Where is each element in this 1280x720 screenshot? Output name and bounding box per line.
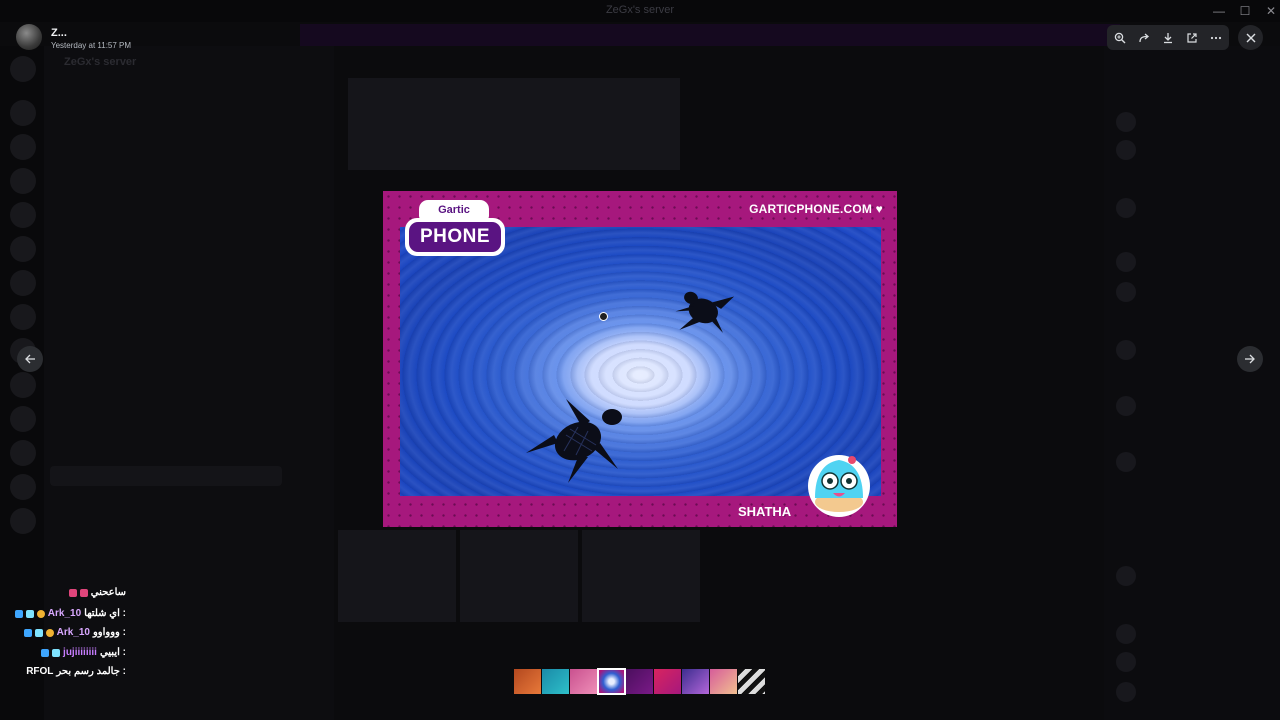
filmstrip-thumbnail[interactable]: [710, 669, 737, 694]
server-icon[interactable]: [10, 168, 36, 194]
uploader-name[interactable]: Z...: [51, 27, 67, 39]
server-icon[interactable]: [10, 474, 36, 500]
viewer-toolbar: [1107, 25, 1229, 50]
selected-channel[interactable]: [50, 466, 282, 486]
zoom-icon[interactable]: [1109, 27, 1131, 48]
badge-icon: [23, 628, 32, 637]
download-icon[interactable]: [1157, 27, 1179, 48]
chat-line: RFOL جالمد رسم بحر :: [26, 666, 126, 677]
minimize-icon[interactable]: —: [1206, 2, 1232, 20]
member-avatar[interactable]: [1116, 682, 1136, 702]
filmstrip-thumbnail[interactable]: [682, 669, 709, 694]
badge-icon: [68, 588, 77, 597]
arrow-left-icon[interactable]: [17, 346, 43, 372]
viewed-image: Gartic PHONE GARTICPHONE.COM ♥ SHATHA: [383, 191, 897, 527]
member-avatar[interactable]: [1116, 340, 1136, 360]
chat-message: ساعحني: [90, 587, 126, 598]
server-icon[interactable]: [10, 270, 36, 296]
maximize-icon[interactable]: ☐: [1232, 2, 1258, 20]
chat-message: جالمد رسم بحر :: [56, 666, 126, 677]
chat-line: jujiiiiiiii ايبيي :: [41, 647, 126, 658]
gartic-phone-logo: Gartic PHONE: [405, 199, 505, 259]
server-name: ZeGx's server: [64, 56, 137, 68]
badge-icon: [79, 588, 88, 597]
artist-name: SHATHA: [738, 504, 792, 519]
server-icon[interactable]: [10, 304, 36, 330]
upload-timestamp: Yesterday at 11:57 PM: [51, 41, 132, 50]
member-avatar[interactable]: [1116, 452, 1136, 472]
chat-username: Ark_10: [47, 608, 82, 619]
filmstrip-thumbnail-active[interactable]: [597, 668, 626, 695]
turtle-large-icon: [526, 399, 622, 483]
badge-icon: [14, 609, 23, 618]
badge-icon: [45, 628, 54, 637]
server-icon[interactable]: [10, 134, 36, 160]
chat-username: RFOL: [26, 666, 54, 677]
member-avatar[interactable]: [1116, 396, 1136, 416]
server-icon[interactable]: [10, 236, 36, 262]
forward-icon[interactable]: [1133, 27, 1155, 48]
server-icon[interactable]: [10, 202, 36, 228]
chat-image: [582, 530, 700, 622]
member-avatar[interactable]: [1116, 140, 1136, 160]
open-external-icon[interactable]: [1181, 27, 1203, 48]
bird-icon: ♥: [875, 202, 883, 216]
server-icon[interactable]: [10, 406, 36, 432]
server-icon[interactable]: [10, 508, 36, 534]
member-avatar[interactable]: [1116, 198, 1136, 218]
filmstrip-thumbnail[interactable]: [654, 669, 681, 694]
filmstrip-thumbnail[interactable]: [514, 669, 541, 694]
brand-url: GARTICPHONE.COM ♥: [749, 202, 883, 216]
image-filmstrip: [514, 668, 766, 695]
member-avatar[interactable]: [1116, 112, 1136, 132]
badge-icon: [52, 648, 61, 657]
mouse-cursor: [599, 312, 608, 321]
badge-icon: [36, 609, 45, 618]
chat-image: [338, 530, 456, 622]
filmstrip-thumbnail[interactable]: [570, 669, 597, 694]
badge-icon: [34, 628, 43, 637]
artist-avatar: [808, 455, 870, 517]
server-icon[interactable]: [10, 440, 36, 466]
arrow-right-icon[interactable]: [1237, 346, 1263, 372]
stream-chat-overlay: ساعحني Ark_10 اي شلتها : Ark_10 ووواوو :…: [14, 585, 318, 685]
window-title: ZeGx's server: [605, 4, 675, 16]
chat-message: اي شلتها :: [84, 608, 126, 619]
member-avatar[interactable]: [1116, 566, 1136, 586]
chat-image: [348, 78, 680, 170]
server-icon[interactable]: [10, 56, 36, 82]
filmstrip-thumbnail[interactable]: [542, 669, 569, 694]
chat-line: Ark_10 اي شلتها :: [14, 608, 126, 619]
badge-icon: [25, 609, 34, 618]
notice-banner: [300, 24, 1120, 46]
filmstrip-thumbnail[interactable]: [626, 669, 653, 694]
chat-message: ايبيي :: [99, 647, 126, 658]
badge-icon: [41, 648, 50, 657]
member-avatar[interactable]: [1116, 652, 1136, 672]
member-avatar[interactable]: [1116, 624, 1136, 644]
logo-main: PHONE: [405, 218, 505, 256]
turtle-small-icon: [675, 291, 735, 333]
chat-line: Ark_10 ووواوو :: [23, 627, 126, 638]
avatar[interactable]: [16, 24, 42, 50]
member-avatar[interactable]: [1116, 282, 1136, 302]
close-icon[interactable]: [1238, 25, 1263, 50]
filmstrip-thumbnail[interactable]: [738, 669, 765, 694]
more-icon[interactable]: [1205, 27, 1227, 48]
logo-top: Gartic: [419, 200, 489, 220]
member-avatar[interactable]: [1116, 252, 1136, 272]
chat-image: [460, 530, 578, 622]
chat-line: ساعحني: [68, 587, 126, 598]
chat-username: Ark_10: [56, 627, 90, 638]
window-close-icon[interactable]: ✕: [1258, 2, 1280, 20]
chat-message: ووواوو :: [92, 627, 126, 638]
chat-username: jujiiiiiiii: [63, 647, 97, 658]
server-icon[interactable]: [10, 100, 36, 126]
server-icon[interactable]: [10, 372, 36, 398]
